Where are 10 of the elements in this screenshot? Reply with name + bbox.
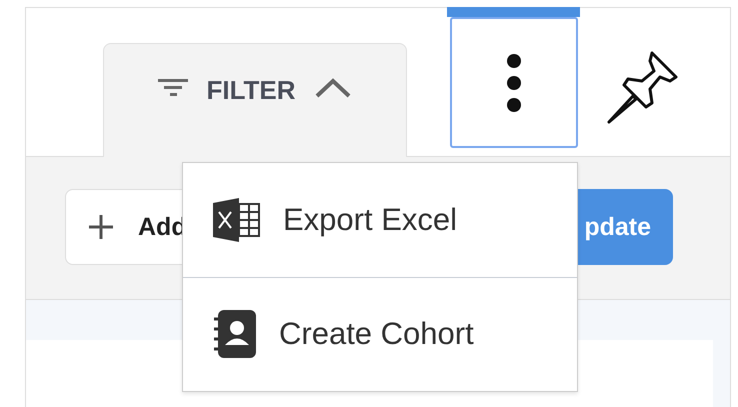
filter-tab[interactable]: FILTER (103, 43, 407, 157)
menu-item[interactable]: Create Cohort (183, 276, 577, 391)
more-icon (506, 52, 522, 112)
contact-book-icon (213, 310, 257, 358)
chevron-up-icon (314, 77, 352, 99)
more-button[interactable] (450, 17, 578, 148)
spreadsheet-icon (213, 198, 261, 242)
filter-icon (158, 77, 188, 99)
pin-icon (606, 49, 680, 125)
plus-icon (88, 214, 114, 240)
